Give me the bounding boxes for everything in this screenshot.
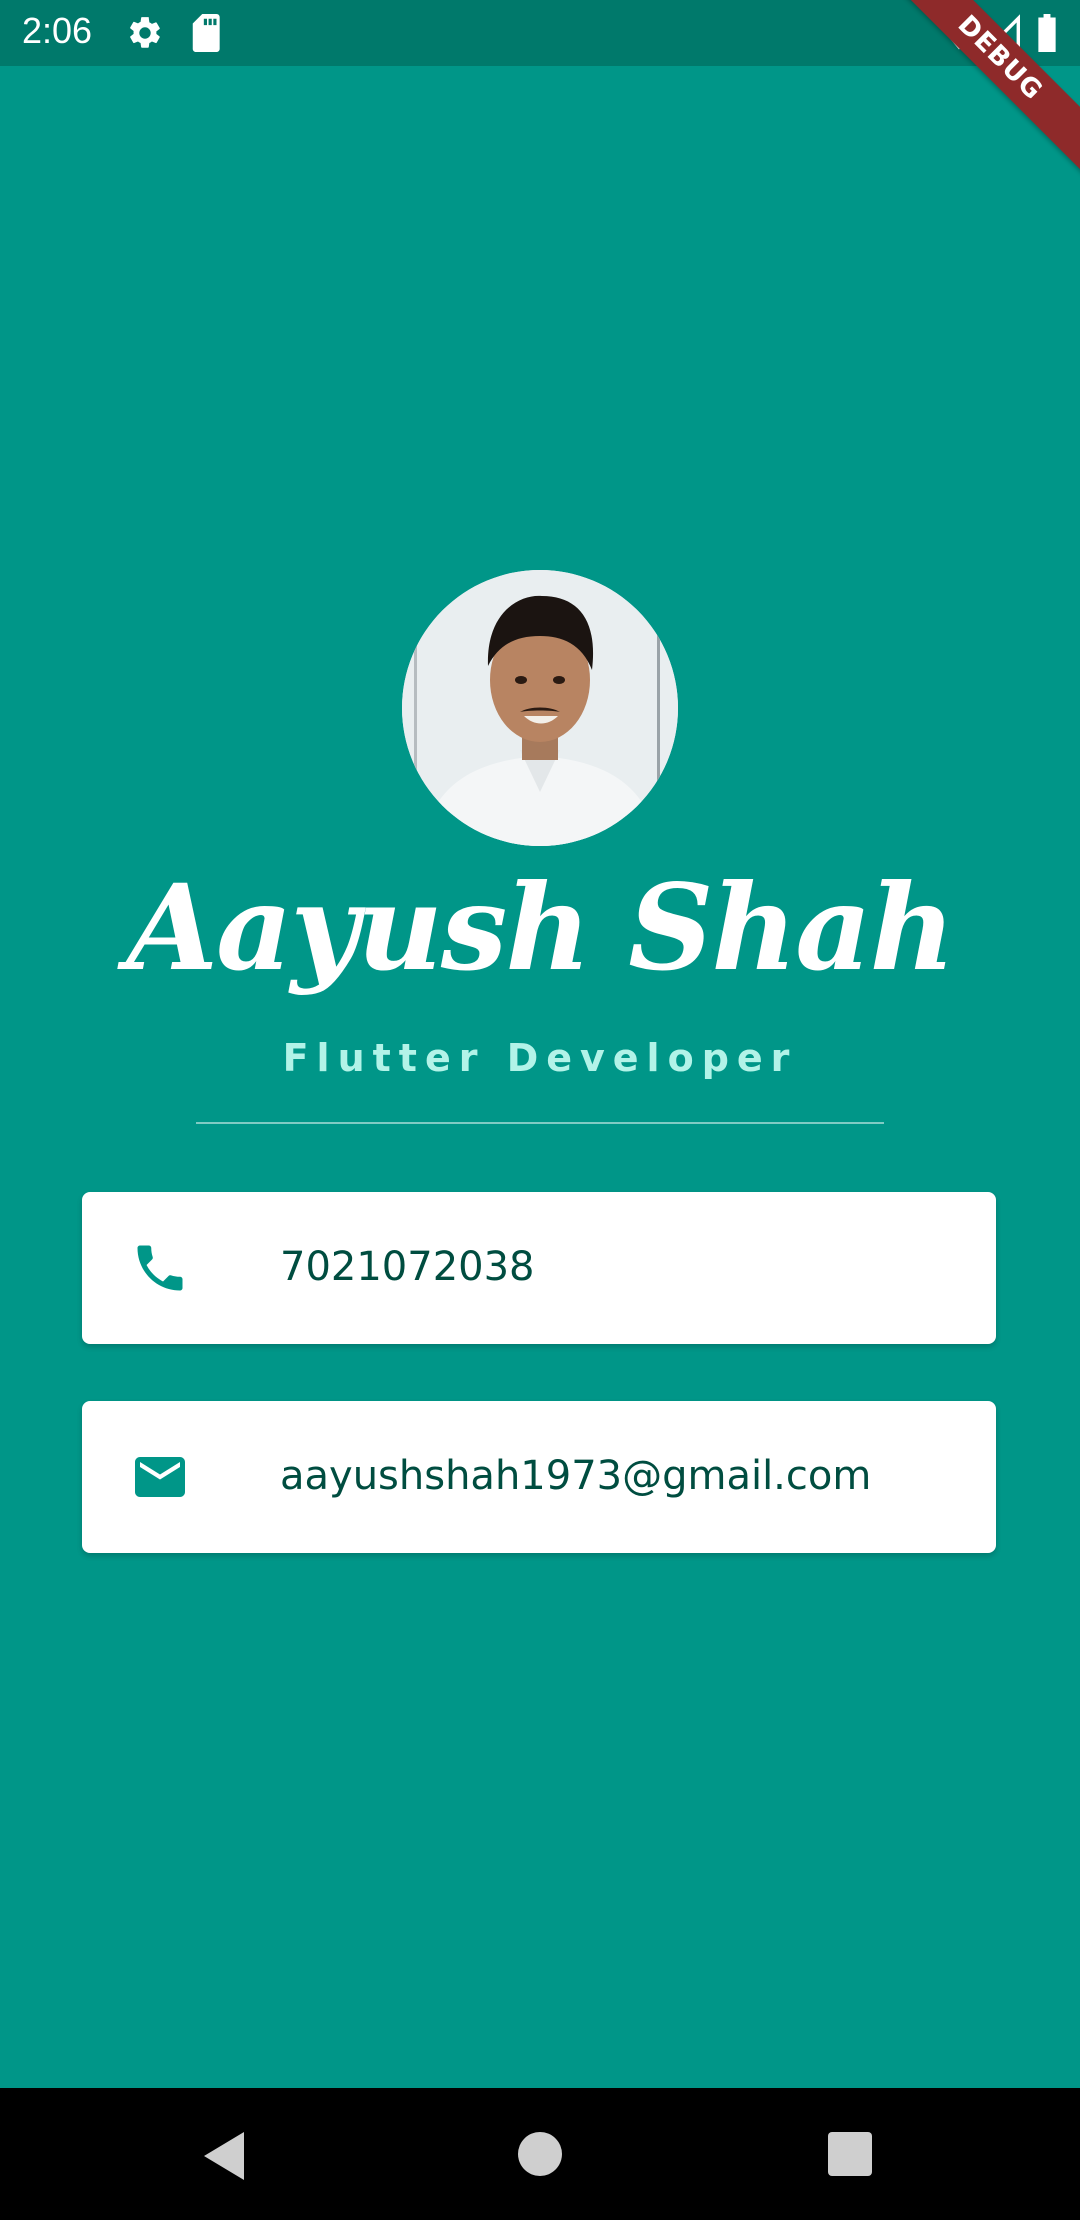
status-bar: 2:06 bbox=[0, 0, 1080, 66]
phone-number: 7021072038 bbox=[280, 1244, 535, 1290]
status-time: 2:06 bbox=[22, 10, 93, 51]
mail-icon bbox=[130, 1447, 190, 1507]
back-icon[interactable] bbox=[204, 2132, 248, 2185]
phone-card[interactable]: 7021072038 bbox=[82, 1192, 996, 1344]
sd-card-icon bbox=[190, 14, 224, 57]
battery-icon bbox=[1036, 14, 1058, 57]
recents-icon[interactable] bbox=[828, 2132, 872, 2181]
divider bbox=[196, 1122, 884, 1124]
home-icon[interactable] bbox=[518, 2132, 562, 2181]
email-address: aayushshah1973@gmail.com bbox=[280, 1453, 872, 1499]
navigation-bar bbox=[0, 2088, 1080, 2220]
gear-icon bbox=[126, 14, 164, 57]
phone-icon bbox=[130, 1238, 190, 1298]
profile-title: Flutter Developer bbox=[282, 1036, 798, 1080]
profile-name: Aayush Shah bbox=[126, 858, 956, 997]
avatar bbox=[402, 570, 678, 846]
email-card[interactable]: aayushshah1973@gmail.com bbox=[82, 1401, 996, 1553]
